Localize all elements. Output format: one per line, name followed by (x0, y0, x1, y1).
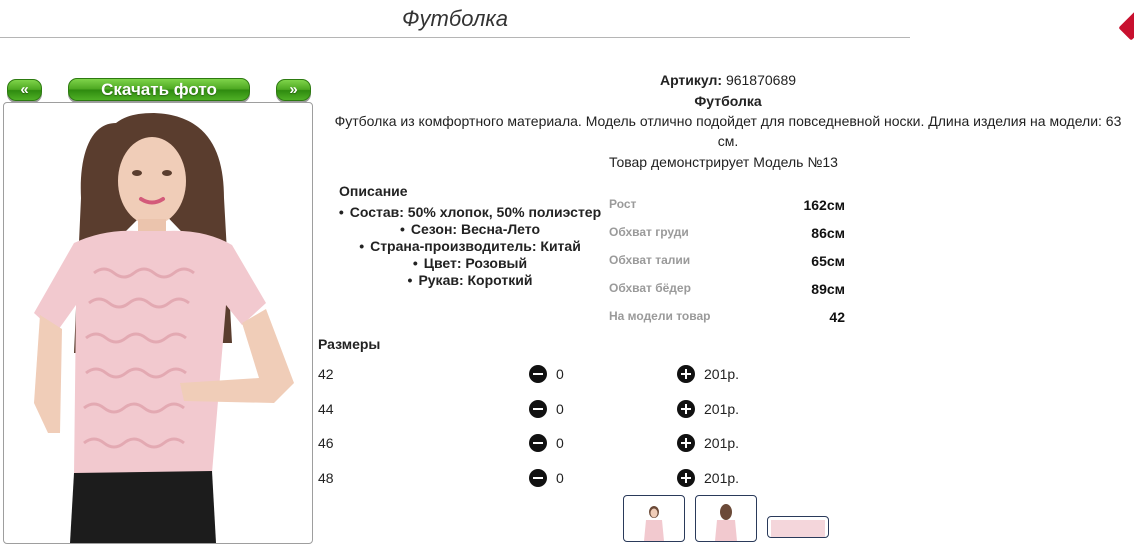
size-label: 42 (318, 366, 334, 382)
measurement-value: 89см (811, 281, 845, 297)
specs-title: Описание (339, 183, 408, 199)
spec-item: Страна-производитель: Китай (320, 238, 620, 255)
measurement-value: 65см (811, 253, 845, 269)
size-price: 201р. (704, 366, 740, 382)
minus-icon[interactable] (529, 469, 547, 487)
minus-icon[interactable] (529, 365, 547, 383)
measurement-value: 86см (811, 225, 845, 241)
product-photo[interactable] (3, 102, 313, 544)
title-divider (0, 37, 910, 38)
size-label: 48 (318, 470, 334, 486)
plus-icon[interactable] (677, 434, 695, 452)
thumbnail-image (644, 506, 664, 541)
plus-icon[interactable] (677, 365, 695, 383)
measurement-label: Обхват бёдер (609, 281, 691, 295)
thumbnail-image (771, 520, 825, 537)
thumbnail-front[interactable] (623, 495, 685, 542)
article-value: 961870689 (725, 72, 797, 88)
spec-item: Сезон: Весна-Лето (320, 221, 620, 238)
plus-icon[interactable] (677, 469, 695, 487)
download-photo-button[interactable]: Скачать фото (68, 78, 250, 101)
size-row: 48 0 201р. (318, 469, 758, 494)
specs-list: Состав: 50% хлопок, 50% полиэстер Сезон:… (320, 204, 620, 289)
measurement-label: Обхват талии (609, 253, 691, 267)
size-row: 46 0 201р. (318, 434, 758, 459)
size-price: 201р. (704, 401, 740, 417)
measurement-label: Рост (609, 197, 637, 211)
measurement-row: Обхват груди 86см (609, 225, 845, 253)
size-quantity: 0 (556, 401, 564, 417)
measurement-value: 162см (803, 197, 845, 213)
prev-photo-button[interactable]: « (7, 79, 42, 101)
spec-item: Состав: 50% хлопок, 50% полиэстер (320, 204, 620, 221)
size-price: 201р. (704, 470, 740, 486)
plus-icon[interactable] (677, 400, 695, 418)
measurement-label: Обхват груди (609, 225, 689, 239)
model-note: Товар демонстрирует Модель №13 (609, 154, 838, 170)
article-label: Артикул: (659, 72, 723, 88)
product-description-cont: см. (717, 133, 739, 149)
measurement-row: На модели товар 42 (609, 309, 845, 337)
measurement-row: Обхват бёдер 89см (609, 281, 845, 309)
spec-item: Цвет: Розовый (320, 255, 620, 272)
page-title: Футболка (402, 6, 508, 31)
size-row: 44 0 201р. (318, 400, 758, 425)
product-description: Футболка из комфортного материала. Модел… (334, 113, 1122, 129)
thumbnail-image (715, 504, 737, 541)
thumbnail-detail[interactable] (767, 516, 829, 538)
thumbnail-back[interactable] (695, 495, 757, 542)
measurement-row: Рост 162см (609, 197, 845, 225)
product-name: Футболка (694, 93, 762, 109)
minus-icon[interactable] (529, 434, 547, 452)
minus-icon[interactable] (529, 400, 547, 418)
size-quantity: 0 (556, 366, 564, 382)
measurement-label: На модели товар (609, 309, 711, 323)
size-label: 46 (318, 435, 334, 451)
measurement-value: 42 (829, 309, 845, 325)
article-line: Артикул: 961870689 (320, 72, 1134, 88)
size-row: 42 0 201р. (318, 365, 758, 390)
next-photo-button[interactable]: » (276, 79, 311, 101)
size-quantity: 0 (556, 470, 564, 486)
model-photo-illustration (34, 113, 294, 543)
size-quantity: 0 (556, 435, 564, 451)
close-icon[interactable] (1118, 9, 1134, 41)
size-price: 201р. (704, 435, 740, 451)
sizes-title: Размеры (318, 336, 381, 352)
measurement-row: Обхват талии 65см (609, 253, 845, 281)
spec-item: Рукав: Короткий (320, 272, 620, 289)
size-label: 44 (318, 401, 334, 417)
